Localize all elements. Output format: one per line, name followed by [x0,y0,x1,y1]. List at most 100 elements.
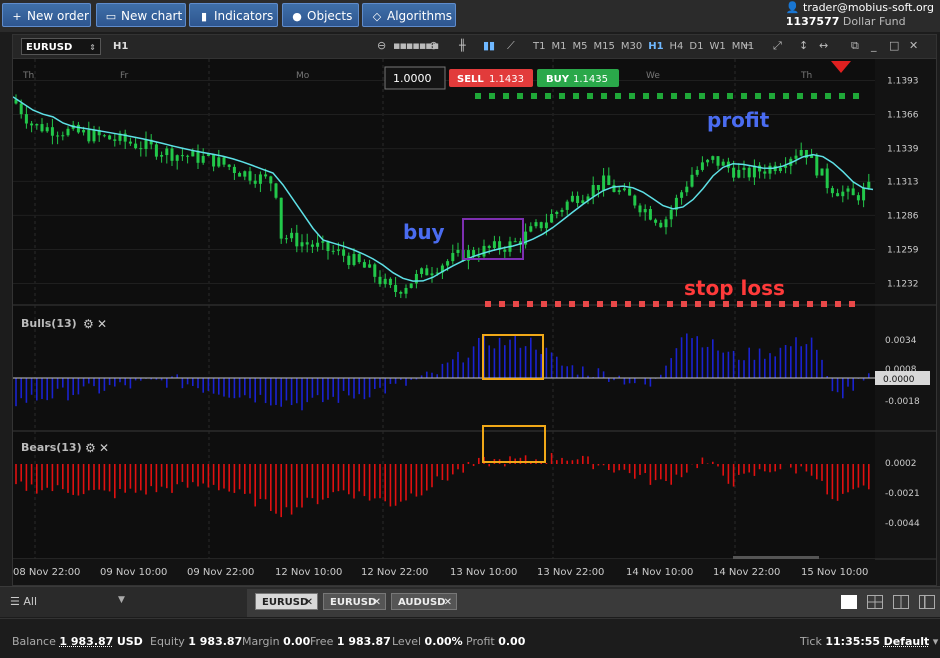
candle-body [570,195,574,202]
horizontal-scrollbar[interactable] [733,556,819,559]
price-axis [875,59,936,585]
layout-grid-icon[interactable] [867,595,883,609]
candle-body [175,155,179,161]
time-tick: 13 Nov 22:00 [537,567,604,578]
detach-icon[interactable]: ⧉ [851,39,859,53]
candle-body [690,174,694,187]
timeframe-h4[interactable]: H4 [670,41,684,52]
close-icon[interactable]: ✕ [909,39,918,52]
objects-button[interactable]: ● Objects [282,3,359,27]
horizontal-scale-icon[interactable]: ↔ [819,39,828,52]
candle-body [128,141,132,144]
candle-body [399,291,403,294]
candle-body [326,241,330,252]
chart-canvas[interactable]: Th Fr Mo We Th 1.1393 1.1366 1.1339 1.1313 1.128… [13,59,936,585]
zoom-in-icon[interactable]: ⊕ [429,39,438,52]
candle-body [30,123,34,126]
gear-icon[interactable]: ⚙ [83,317,94,331]
profit-value: 0.00 [498,635,526,648]
close-icon[interactable]: ✕ [305,594,313,611]
minimize-icon[interactable]: _ [871,39,877,52]
candle-body [331,250,335,252]
candle-body [654,219,658,223]
close-icon[interactable]: ✕ [444,594,452,611]
timeframe-m5[interactable]: M5 [572,41,587,52]
maximize-icon[interactable]: □ [889,39,899,52]
candle-body [742,167,746,170]
candle-body [336,249,340,251]
candle-body [290,232,294,239]
stop-loss-annotation: stop loss [684,276,785,300]
line-type-icon[interactable]: ⟋ [507,39,515,53]
gear-icon[interactable]: ⚙ [85,441,96,455]
account-email: trader@mobius-soft.org [803,1,934,14]
bar-type-icon[interactable]: ╫ [459,39,466,52]
chart-tab[interactable]: EURUSD ✕ [323,593,386,610]
timeframe-m15[interactable]: M15 [593,41,614,52]
account-info[interactable]: 👤 trader@mobius-soft.org 1137577 Dollar … [786,1,934,29]
day-label: Th [800,71,812,81]
time-tick: 09 Nov 10:00 [100,567,167,578]
list-icon: ☰ [10,595,20,608]
candle-body [706,159,710,163]
time-tick: 14 Nov 10:00 [626,567,693,578]
candle-body [856,195,860,201]
price-tick: 1.1259 [887,245,919,255]
close-icon[interactable]: ✕ [99,441,109,455]
timeframe-t1[interactable]: T1 [533,41,545,52]
scale-icon[interactable]: ⤢ [773,39,782,53]
timeframe-d1[interactable]: D1 [689,41,703,52]
candle-body [456,249,460,253]
indicators-button[interactable]: ▮ Indicators [189,3,278,27]
algorithms-button[interactable]: ◇ Algorithms [362,3,456,27]
timeframe-m1[interactable]: M1 [551,41,566,52]
timeframe-h1[interactable]: H1 [648,41,663,52]
layout-single-icon[interactable] [841,595,857,609]
timeframe-w1[interactable]: W1 [709,41,725,52]
account-number: 1137577 [785,15,840,28]
time-tick: 09 Nov 22:00 [187,567,254,578]
price-tick: 1.1393 [887,76,919,86]
candle-body [154,144,158,157]
bears-tick: 0.0002 [885,459,917,469]
layout-columns-icon[interactable] [893,595,909,609]
candle-body [404,287,408,294]
chart-tab[interactable]: AUDUSD ✕ [391,593,457,610]
new-chart-button[interactable]: ▭ New chart [96,3,186,27]
account-fund: Dollar Fund [842,15,906,28]
timeframe-m30[interactable]: M30 [621,41,642,52]
profile-select[interactable]: Default [884,635,930,648]
objects-icon: ● [292,10,302,23]
candle-body [799,150,803,156]
time-tick: 15 Nov 10:00 [801,567,868,578]
close-icon[interactable]: ✕ [97,317,107,331]
candle-body [555,211,559,215]
chart-tabs: EURUSD ✕ EURUSD ✕ AUDUSD ✕ [247,589,940,617]
plus-icon: + [12,10,22,23]
layout-split-icon[interactable] [919,595,935,609]
buy-price: 1.1435 [573,74,608,85]
candle-body [305,242,309,245]
vertical-scale-icon[interactable]: ↕ [799,39,808,52]
candle-body [92,130,96,142]
new-order-button[interactable]: + New order [2,3,91,27]
indicator-add-icon[interactable]: ⌐ [743,39,752,52]
buy-label: BUY [546,74,570,85]
candle-body [534,222,538,227]
candle-body [830,188,834,194]
chart-tab[interactable]: EURUSD ✕ [255,593,318,610]
symbol-select[interactable]: EURUSD ⇕ [21,38,101,55]
candle-body [420,268,424,274]
candle-body [503,249,507,252]
candle-body [347,255,351,265]
zoom-out-icon[interactable]: ⊖ [377,39,386,52]
candle-body [472,250,476,256]
candle-type-icon[interactable]: ▮▮ [483,39,495,52]
candle-body [284,238,288,240]
filter-select[interactable]: ☰ All ▼ [10,595,125,608]
time-tick: 13 Nov 10:00 [450,567,517,578]
day-label: We [646,71,660,81]
close-icon[interactable]: ✕ [373,594,381,611]
margin-value: 0.00 [283,635,311,648]
candle-body [144,139,148,149]
